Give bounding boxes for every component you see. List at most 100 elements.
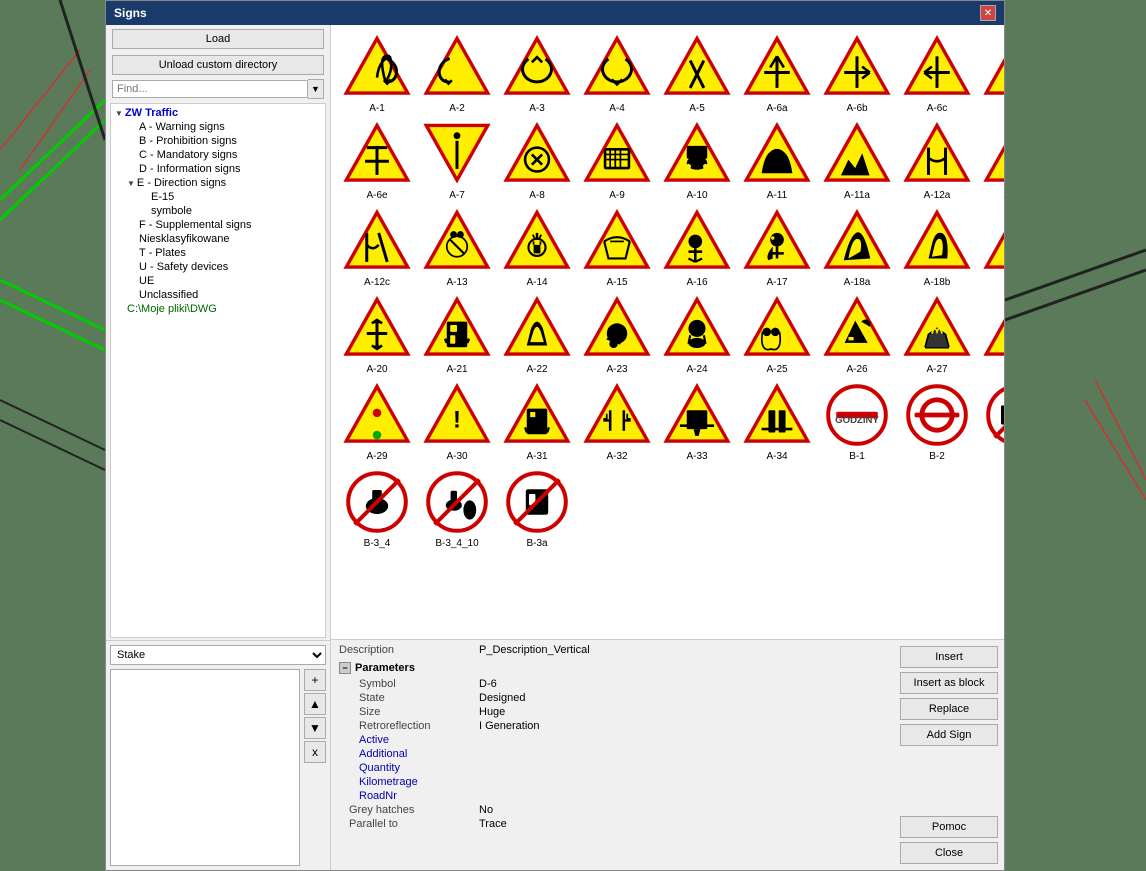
sign-label-a-17: A-17 [766, 277, 787, 288]
tree-item-plates[interactable]: T - Plates [111, 246, 325, 260]
tree-item-dwg[interactable]: C:\Moje pliki\DWG [111, 302, 325, 316]
sign-item-a-17[interactable]: A-17 [739, 207, 815, 290]
tree-item-direction[interactable]: ▼E - Direction signs [111, 176, 325, 190]
signs-grid: A-1 A-2 A-3 A-4 A-5 A-6a [331, 25, 1004, 559]
props-row-state: State Designed [339, 692, 886, 704]
tree-item-warning[interactable]: A - Warning signs [111, 120, 325, 134]
pomoc-button[interactable]: Pomoc [900, 816, 998, 838]
props-label: State [339, 692, 479, 704]
sign-item-b-1[interactable]: GODZINY B-1 [819, 381, 895, 464]
list-up-button[interactable]: ▲ [304, 693, 326, 715]
sign-item-a-2[interactable]: A-2 [419, 33, 495, 116]
sign-item-b-2[interactable]: B-2 [899, 381, 975, 464]
tree-item-prohibition[interactable]: B - Prohibition signs [111, 134, 325, 148]
sign-item-a-12c[interactable]: A-12c [339, 207, 415, 290]
sign-item-a-20[interactable]: A-20 [339, 294, 415, 377]
unload-button[interactable]: Unload custom directory [112, 55, 324, 75]
sign-item-a-15[interactable]: A-15 [579, 207, 655, 290]
props-label: Quantity [339, 762, 479, 774]
sign-item-a-26[interactable]: A-26 [819, 294, 895, 377]
sign-item-a-28[interactable]: A-28 [979, 294, 1004, 377]
list-add-button[interactable]: + [304, 669, 326, 691]
sign-label-a-31: A-31 [526, 451, 547, 462]
tree-item-mandatory[interactable]: C - Mandatory signs [111, 148, 325, 162]
sign-label-a-27: A-27 [926, 364, 947, 375]
search-input[interactable] [112, 80, 308, 98]
stake-select[interactable]: Stake [110, 645, 326, 665]
sign-item-b-3[interactable]: B-3 [979, 381, 1004, 464]
sign-item-a-10[interactable]: A-10 [659, 120, 735, 203]
sign-item-a-31[interactable]: A-31 [499, 381, 575, 464]
sign-item-a-13[interactable]: A-13 [419, 207, 495, 290]
sign-item-a-9[interactable]: A-9 [579, 120, 655, 203]
sign-label-a-12c: A-12c [364, 277, 390, 288]
sign-item-a-24[interactable]: A-24 [659, 294, 735, 377]
sign-item-b-3_4[interactable]: B-3_4 [339, 468, 415, 551]
sign-item-a-27[interactable]: A-27 [899, 294, 975, 377]
insert-as-block-button[interactable]: Insert as block [900, 672, 998, 694]
sign-item-a-12b[interactable]: A-12b [979, 120, 1004, 203]
list-buttons: + ▲ ▼ x [304, 669, 326, 866]
tree-item-unclassified[interactable]: Unclassified [111, 288, 325, 302]
sign-item-a-8[interactable]: A-8 [499, 120, 575, 203]
replace-button[interactable]: Replace [900, 698, 998, 720]
sign-item-a-21[interactable]: A-21 [419, 294, 495, 377]
sign-item-a-6d[interactable]: A-6d [979, 33, 1004, 116]
sign-label-a-18a: A-18a [844, 277, 871, 288]
sign-item-a-14[interactable]: A-14 [499, 207, 575, 290]
sign-item-a-29[interactable]: A-29 [339, 381, 415, 464]
tree-item-niesklasyfikowane[interactable]: Niesklasyfikowane [111, 232, 325, 246]
dialog-content: Load Unload custom directory ▼ ▼ZW Traff… [106, 25, 1004, 870]
sign-item-a-11[interactable]: A-11 [739, 120, 815, 203]
add-sign-button[interactable]: Add Sign [900, 724, 998, 746]
tree-item-ue[interactable]: UE [111, 274, 325, 288]
sign-item-a-6e[interactable]: A-6e [339, 120, 415, 203]
tree-item-information[interactable]: D - Information signs [111, 162, 325, 176]
sign-item-a-16[interactable]: A-16 [659, 207, 735, 290]
close-button[interactable]: Close [900, 842, 998, 864]
sign-item-a-18a[interactable]: A-18a [819, 207, 895, 290]
tree-item-safety[interactable]: U - Safety devices [111, 260, 325, 274]
tree-item-supplemental[interactable]: F - Supplemental signs [111, 218, 325, 232]
sign-item-a-5[interactable]: A-5 [659, 33, 735, 116]
list-remove-button[interactable]: x [304, 741, 326, 763]
sign-item-a-3[interactable]: A-3 [499, 33, 575, 116]
sign-item-a-33[interactable]: A-33 [659, 381, 735, 464]
sign-item-a-6a[interactable]: A-6a [739, 33, 815, 116]
sign-item-a-19[interactable]: A-19 [979, 207, 1004, 290]
props-row-symbol: Symbol D-6 [339, 678, 886, 690]
parameters-toggle[interactable]: − [339, 662, 351, 674]
sign-item-a-23[interactable]: A-23 [579, 294, 655, 377]
sign-label-a-8: A-8 [529, 190, 545, 201]
sign-item-a-30[interactable]: ! A-30 [419, 381, 495, 464]
load-button[interactable]: Load [112, 29, 324, 49]
tree-item-symbole[interactable]: symbole [111, 204, 325, 218]
tree-item-e15[interactable]: E-15 [111, 190, 325, 204]
close-icon[interactable]: ✕ [980, 5, 996, 21]
sign-item-a-22[interactable]: A-22 [499, 294, 575, 377]
sign-item-a-18b[interactable]: A-18b [899, 207, 975, 290]
sign-icon-b-3a [501, 470, 573, 537]
sign-icon-a-12b [981, 122, 1004, 189]
sign-item-b-3a[interactable]: B-3a [499, 468, 575, 551]
sign-item-a-7[interactable]: A-7 [419, 120, 495, 203]
tree-item-zw-traffic[interactable]: ▼ZW Traffic [111, 106, 325, 120]
sign-item-b-3_4_10[interactable]: B-3_4_10 [419, 468, 495, 551]
sign-item-a-32[interactable]: A-32 [579, 381, 655, 464]
sign-label-a-23: A-23 [606, 364, 627, 375]
props-value: I Generation [479, 720, 540, 732]
sign-item-a-34[interactable]: A-34 [739, 381, 815, 464]
sign-item-a-25[interactable]: A-25 [739, 294, 815, 377]
sign-item-a-6c[interactable]: A-6c [899, 33, 975, 116]
sign-item-a-1[interactable]: A-1 [339, 33, 415, 116]
insert-button[interactable]: Insert [900, 646, 998, 668]
list-down-button[interactable]: ▼ [304, 717, 326, 739]
sign-icon-a-6a [741, 35, 813, 102]
sign-item-a-4[interactable]: A-4 [579, 33, 655, 116]
props-value: Huge [479, 706, 505, 718]
sign-item-a-6b[interactable]: A-6b [819, 33, 895, 116]
sign-label-a-12a: A-12a [924, 190, 951, 201]
sign-item-a-12a[interactable]: A-12a [899, 120, 975, 203]
search-dropdown-icon[interactable]: ▼ [308, 79, 324, 99]
sign-item-a-11a[interactable]: A-11a [819, 120, 895, 203]
